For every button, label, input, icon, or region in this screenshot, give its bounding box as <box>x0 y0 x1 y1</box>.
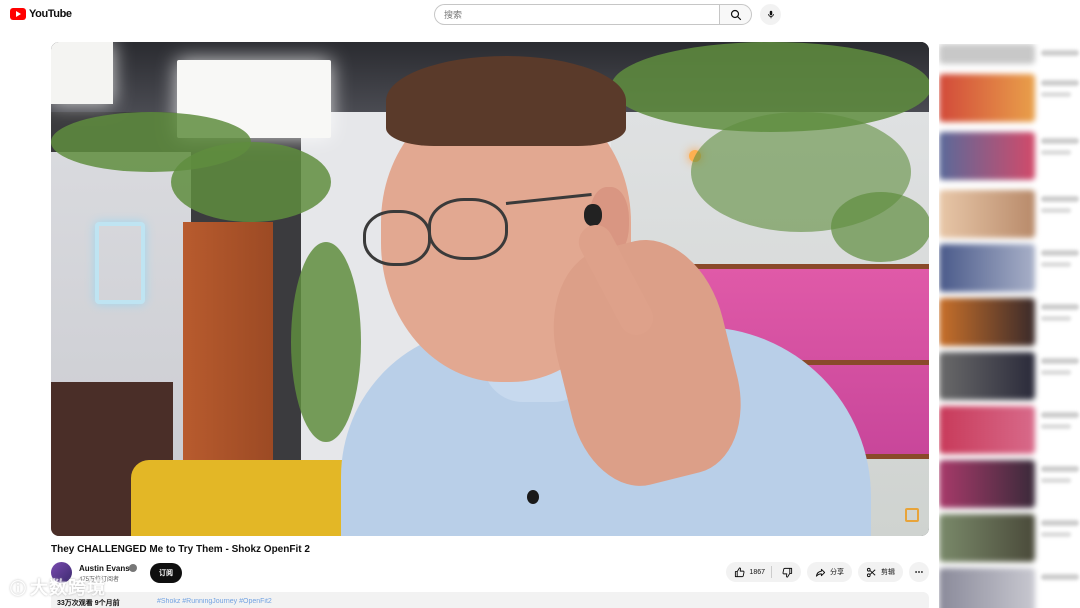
recommendation-item[interactable] <box>939 74 1080 122</box>
logo-text: YouTube <box>29 8 72 20</box>
like-count: 1867 <box>749 568 765 576</box>
recommendation-meta <box>1041 424 1071 429</box>
action-bar: 1867 分享 剪辑 <box>726 562 929 584</box>
recommendation-meta <box>1041 150 1071 155</box>
recommendation-thumbnail <box>939 352 1035 400</box>
watermark: ⓘ 大数跨境 <box>10 574 106 600</box>
scene-yellow-chair <box>131 460 361 536</box>
recommendation-meta <box>1041 208 1071 213</box>
recommendation-thumbnail <box>939 514 1035 562</box>
watermark-text: 大数跨境 <box>30 578 107 598</box>
recommendation-title <box>1041 574 1079 580</box>
recommendation-meta <box>1041 478 1071 483</box>
clip-button[interactable]: 剪辑 <box>858 562 903 582</box>
verified-icon <box>129 564 137 572</box>
search-icon <box>730 9 741 20</box>
recommendation-item[interactable] <box>939 44 1080 66</box>
recommendation-item[interactable] <box>939 132 1080 180</box>
recommendation-thumbnail <box>939 460 1035 508</box>
recommendation-thumbnail <box>939 74 1035 122</box>
recommendation-meta <box>1041 92 1071 97</box>
earbud <box>584 204 602 226</box>
search-input[interactable] <box>434 4 719 25</box>
recommendation-item[interactable] <box>939 568 1080 608</box>
recommendation-title <box>1041 196 1079 202</box>
like-icon <box>735 566 745 577</box>
recommendation-item[interactable] <box>939 460 1080 508</box>
lavalier-mic <box>527 490 539 504</box>
recommendations-sidebar <box>939 44 1080 608</box>
clip-label: 剪辑 <box>881 569 895 576</box>
player-overlay-icon[interactable] <box>905 508 919 522</box>
hashtags[interactable]: #Shokz #RunningJourney #OpenFit2 <box>157 598 272 605</box>
recommendation-title <box>1041 50 1079 56</box>
recommendation-thumbnail <box>939 244 1035 292</box>
share-icon <box>815 568 826 577</box>
youtube-logo-icon <box>10 8 26 20</box>
recommendation-meta <box>1041 262 1071 267</box>
person-hair <box>386 56 626 146</box>
recommendation-title <box>1041 80 1079 86</box>
recommendation-item[interactable] <box>939 244 1080 292</box>
recommendation-title <box>1041 138 1079 144</box>
recommendation-title <box>1041 412 1079 418</box>
more-actions-button[interactable] <box>909 562 929 582</box>
scene-plant <box>291 242 361 442</box>
watermark-logo-icon: ⓘ <box>10 581 27 598</box>
recommendation-meta <box>1041 316 1071 321</box>
dislike-icon <box>782 567 793 578</box>
recommendation-title <box>1041 250 1079 256</box>
recommendation-title <box>1041 466 1079 472</box>
youtube-logo[interactable]: YouTube <box>10 8 72 20</box>
video-frame <box>51 42 929 536</box>
like-button[interactable]: 1867 <box>734 566 772 578</box>
recommendation-title <box>1041 520 1079 526</box>
video-title: They CHALLENGED Me to Try Them - Shokz O… <box>51 544 310 555</box>
recommendation-item[interactable] <box>939 352 1080 400</box>
scene-neon-sign <box>95 222 145 304</box>
scissors-icon <box>866 567 876 577</box>
description-box[interactable]: 33万次观看 9个月前 #Shokz #RunningJourney #Open… <box>51 592 929 608</box>
recommendation-item[interactable] <box>939 406 1080 454</box>
channel-name[interactable]: Austin Evans <box>79 564 130 573</box>
recommendation-thumbnail <box>939 298 1035 346</box>
scene-plant <box>831 192 929 262</box>
voice-search-button[interactable] <box>760 4 781 25</box>
search-bar <box>434 4 752 25</box>
scene-plant <box>171 142 331 222</box>
recommendation-thumbnail <box>939 190 1035 238</box>
more-icon <box>915 571 923 573</box>
like-dislike-group: 1867 <box>726 562 801 582</box>
masthead: YouTube <box>0 0 1080 30</box>
recommendation-thumbnail <box>939 568 1035 608</box>
glasses-lens <box>363 210 431 266</box>
recommendation-meta <box>1041 532 1071 537</box>
share-button[interactable]: 分享 <box>807 562 852 582</box>
recommendation-meta <box>1041 370 1071 375</box>
search-button[interactable] <box>719 4 752 25</box>
glasses-lens <box>428 198 508 260</box>
recommendation-thumbnail <box>939 44 1035 64</box>
mic-icon <box>767 10 774 19</box>
subscribe-button[interactable]: 订阅 <box>150 563 182 583</box>
scene-softbox-light <box>51 42 113 104</box>
share-label: 分享 <box>830 569 844 576</box>
dislike-button[interactable] <box>776 567 793 578</box>
recommendation-thumbnail <box>939 406 1035 454</box>
video-player[interactable] <box>51 42 929 536</box>
recommendation-title <box>1041 358 1079 364</box>
channel-row: Austin Evans 475万位订阅者 订阅 1867 分享 剪辑 <box>51 562 929 584</box>
recommendation-thumbnail <box>939 132 1035 180</box>
recommendation-item[interactable] <box>939 298 1080 346</box>
recommendation-item[interactable] <box>939 190 1080 238</box>
recommendation-title <box>1041 304 1079 310</box>
recommendation-item[interactable] <box>939 514 1080 562</box>
